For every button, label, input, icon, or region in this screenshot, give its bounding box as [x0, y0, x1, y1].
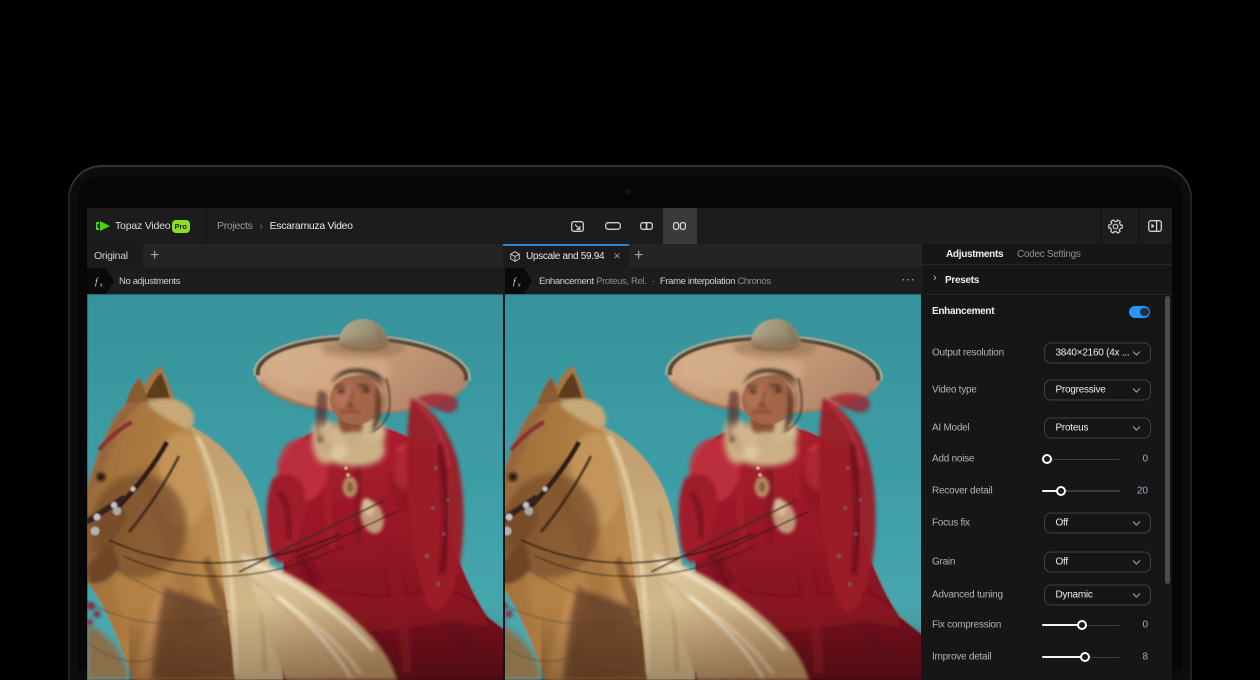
svg-text:x: x [517, 281, 521, 288]
svg-text:x: x [99, 281, 103, 288]
